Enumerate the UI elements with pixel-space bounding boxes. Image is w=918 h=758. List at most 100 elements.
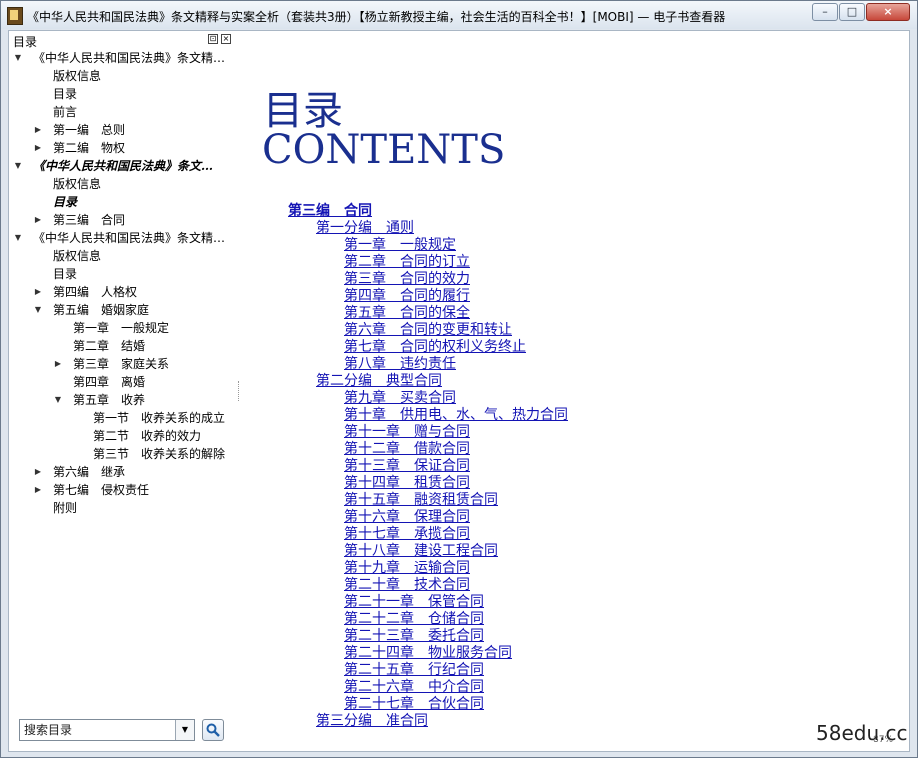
sidebar-tree-item[interactable]: 版权信息 — [9, 175, 241, 193]
sidebar-tree-item[interactable]: 第三节 收养关系的解除 — [9, 445, 241, 463]
sidebar-tree-item[interactable]: 第一章 一般规定 — [9, 319, 241, 337]
sidebar-tree-label: 第五章 收养 — [73, 393, 146, 407]
book-app-icon[interactable] — [7, 7, 23, 25]
watermark: 58edu.cc — [816, 721, 908, 745]
toc-link[interactable]: 第一分编 通则 — [316, 220, 414, 237]
sidebar-tree-item[interactable]: 目录 — [9, 85, 241, 103]
sidebar-title: 目录 — [13, 35, 38, 49]
sidebar-tree-label: 第四章 离婚 — [73, 375, 146, 389]
sidebar-tree-item[interactable]: ▼ 《中华人民共和国民法典》条文精… — [9, 49, 241, 67]
sidebar-tree-item[interactable]: 版权信息 — [9, 247, 241, 265]
toc-link[interactable]: 第六章 合同的变更和转让 — [344, 322, 512, 339]
sidebar-tree-item[interactable]: ▶ 第七编 侵权责任 — [9, 481, 241, 499]
sidebar-tree-item[interactable]: ▶ 第二编 物权 — [9, 139, 241, 157]
sidebar-tree-item[interactable]: ▶ 第一编 总则 — [9, 121, 241, 139]
sidebar-tree-item[interactable]: ▼ 《中华人民共和国民法典》条文精… — [9, 229, 241, 247]
toc-link[interactable]: 第二十一章 保管合同 — [344, 594, 484, 611]
toc-link[interactable]: 第十七章 承揽合同 — [344, 526, 470, 543]
expand-arrow-right-icon[interactable]: ▶ — [53, 355, 63, 373]
toc-link[interactable]: 第三编 合同 — [288, 203, 372, 220]
sidebar-tree-item[interactable]: 第四章 离婚 — [9, 373, 241, 391]
sidebar-tree-label: 第四编 人格权 — [53, 285, 138, 299]
sidebar-tree-item[interactable]: 前言 — [9, 103, 241, 121]
minimize-button[interactable]: – — [812, 3, 838, 21]
maximize-button[interactable]: □ — [839, 3, 865, 21]
contents-heading-en: CONTENTS — [262, 127, 506, 173]
toc-link[interactable]: 第十五章 融资租赁合同 — [344, 492, 498, 509]
expand-arrow-right-icon[interactable]: ▶ — [33, 211, 43, 229]
toc-link[interactable]: 第二十三章 委托合同 — [344, 628, 484, 645]
toc-link[interactable]: 第二十六章 中介合同 — [344, 679, 484, 696]
toc-link[interactable]: 第九章 买卖合同 — [344, 390, 456, 407]
expand-arrow-down-icon[interactable]: ▼ — [13, 49, 23, 67]
sidebar-tree-label: 目录 — [53, 267, 78, 281]
book-content[interactable]: 目录 CONTENTS 第三编 合同 第一分编 通则 第一章 一般规定 第二章 合同的… — [242, 31, 909, 751]
toc-link[interactable]: 第二十章 技术合同 — [344, 577, 470, 594]
expand-arrow-right-icon[interactable]: ▶ — [33, 463, 43, 481]
toc-link[interactable]: 第十九章 运输合同 — [344, 560, 470, 577]
expand-arrow-right-icon[interactable]: ▶ — [33, 139, 43, 157]
toc-link[interactable]: 第十四章 租赁合同 — [344, 475, 470, 492]
toc-link[interactable]: 第七章 合同的权利义务终止 — [344, 339, 526, 356]
toc-link[interactable]: 第十二章 借款合同 — [344, 441, 470, 458]
search-icon — [206, 723, 220, 737]
sidebar-tree-label: 第三节 收养关系的解除 — [93, 447, 226, 461]
sidebar-tree-label: 前言 — [53, 105, 78, 119]
sidebar-tree-item[interactable]: ▶ 第三章 家庭关系 — [9, 355, 241, 373]
sidebar-tree-label: 第二节 收养的效力 — [93, 429, 202, 443]
sidebar-tree-label: 第三编 合同 — [53, 213, 126, 227]
toc-link[interactable]: 第四章 合同的履行 — [344, 288, 470, 305]
chevron-down-icon[interactable]: ▼ — [175, 720, 194, 740]
sidebar-tree-item[interactable]: ▼ 第五编 婚姻家庭 — [9, 301, 241, 319]
sidebar-tree-item[interactable]: 版权信息 — [9, 67, 241, 85]
sidebar-tree-item[interactable]: ▶ 第三编 合同 — [9, 211, 241, 229]
sidebar-tree-label: 《中华人民共和国民法典》条文精… — [33, 51, 226, 65]
splitter-handle[interactable] — [238, 381, 241, 401]
toc-link[interactable]: 第十六章 保理合同 — [344, 509, 470, 526]
toc-link[interactable]: 第二十七章 合伙合同 — [344, 696, 484, 713]
toc-link[interactable]: 第三章 合同的效力 — [344, 271, 470, 288]
toc-sidebar: 目录 ⊡ × ▼ 《中华人民共和国民法典》条文精… 版权信息 目录 前言 ▶ 第一编 总则 ▶… — [9, 31, 241, 751]
expand-arrow-down-icon[interactable]: ▼ — [33, 301, 43, 319]
toc-link[interactable]: 第五章 合同的保全 — [344, 305, 470, 322]
sidebar-tree-item[interactable]: 目录 — [9, 193, 241, 211]
expand-arrow-down-icon[interactable]: ▼ — [13, 157, 23, 175]
toc-link[interactable]: 第十八章 建设工程合同 — [344, 543, 498, 560]
sidebar-tree-label: 第五编 婚姻家庭 — [53, 303, 150, 317]
search-combobox[interactable]: ▼ — [19, 719, 195, 741]
toc-link[interactable]: 第二分编 典型合同 — [316, 373, 442, 390]
toc-link[interactable]: 第二十四章 物业服务合同 — [344, 645, 512, 662]
search-button[interactable] — [202, 719, 224, 741]
sidebar-tree-item[interactable]: ▶ 第四编 人格权 — [9, 283, 241, 301]
sidebar-tree-label: 第一节 收养关系的成立 — [93, 411, 226, 425]
close-button[interactable]: × — [866, 3, 910, 21]
title-bar[interactable]: 《中华人民共和国民法典》条文精释与实案全析（套装共3册）【杨立新教授主编，社会生… — [1, 1, 917, 29]
expand-arrow-right-icon[interactable]: ▶ — [33, 481, 43, 499]
toc-link[interactable]: 第三分编 准合同 — [316, 713, 428, 730]
search-toc-input[interactable] — [22, 721, 176, 739]
toc-link[interactable]: 第十三章 保证合同 — [344, 458, 470, 475]
close-panel-icon[interactable]: × — [221, 34, 231, 44]
expand-arrow-down-icon[interactable]: ▼ — [53, 391, 63, 409]
toc-link[interactable]: 第一章 一般规定 — [344, 237, 456, 254]
toc-link[interactable]: 第二十二章 仓储合同 — [344, 611, 484, 628]
expand-arrow-right-icon[interactable]: ▶ — [33, 283, 43, 301]
toc-link[interactable]: 第二章 合同的订立 — [344, 254, 470, 271]
expand-arrow-down-icon[interactable]: ▼ — [13, 229, 23, 247]
float-panel-icon[interactable]: ⊡ — [208, 34, 218, 44]
sidebar-tree-item[interactable]: 目录 — [9, 265, 241, 283]
sidebar-tree-label: 《中华人民共和国民法典》条文精… — [33, 231, 226, 245]
sidebar-tree-item[interactable]: 第二节 收养的效力 — [9, 427, 241, 445]
sidebar-tree-item[interactable]: ▼ 《中华人民共和国民法典》条文… — [9, 157, 241, 175]
sidebar-tree-item[interactable]: 第一节 收养关系的成立 — [9, 409, 241, 427]
client-area: 目录 ⊡ × ▼ 《中华人民共和国民法典》条文精… 版权信息 目录 前言 ▶ 第一编 总则 ▶… — [8, 30, 910, 752]
toc-link[interactable]: 第八章 违约责任 — [344, 356, 456, 373]
sidebar-tree-item[interactable]: ▼ 第五章 收养 — [9, 391, 241, 409]
expand-arrow-right-icon[interactable]: ▶ — [33, 121, 43, 139]
sidebar-tree-item[interactable]: 附则 — [9, 499, 241, 517]
toc-link[interactable]: 第十章 供用电、水、气、热力合同 — [344, 407, 568, 424]
toc-link[interactable]: 第二十五章 行纪合同 — [344, 662, 484, 679]
toc-link[interactable]: 第十一章 赠与合同 — [344, 424, 470, 441]
sidebar-tree-item[interactable]: ▶ 第六编 继承 — [9, 463, 241, 481]
sidebar-tree-item[interactable]: 第二章 结婚 — [9, 337, 241, 355]
